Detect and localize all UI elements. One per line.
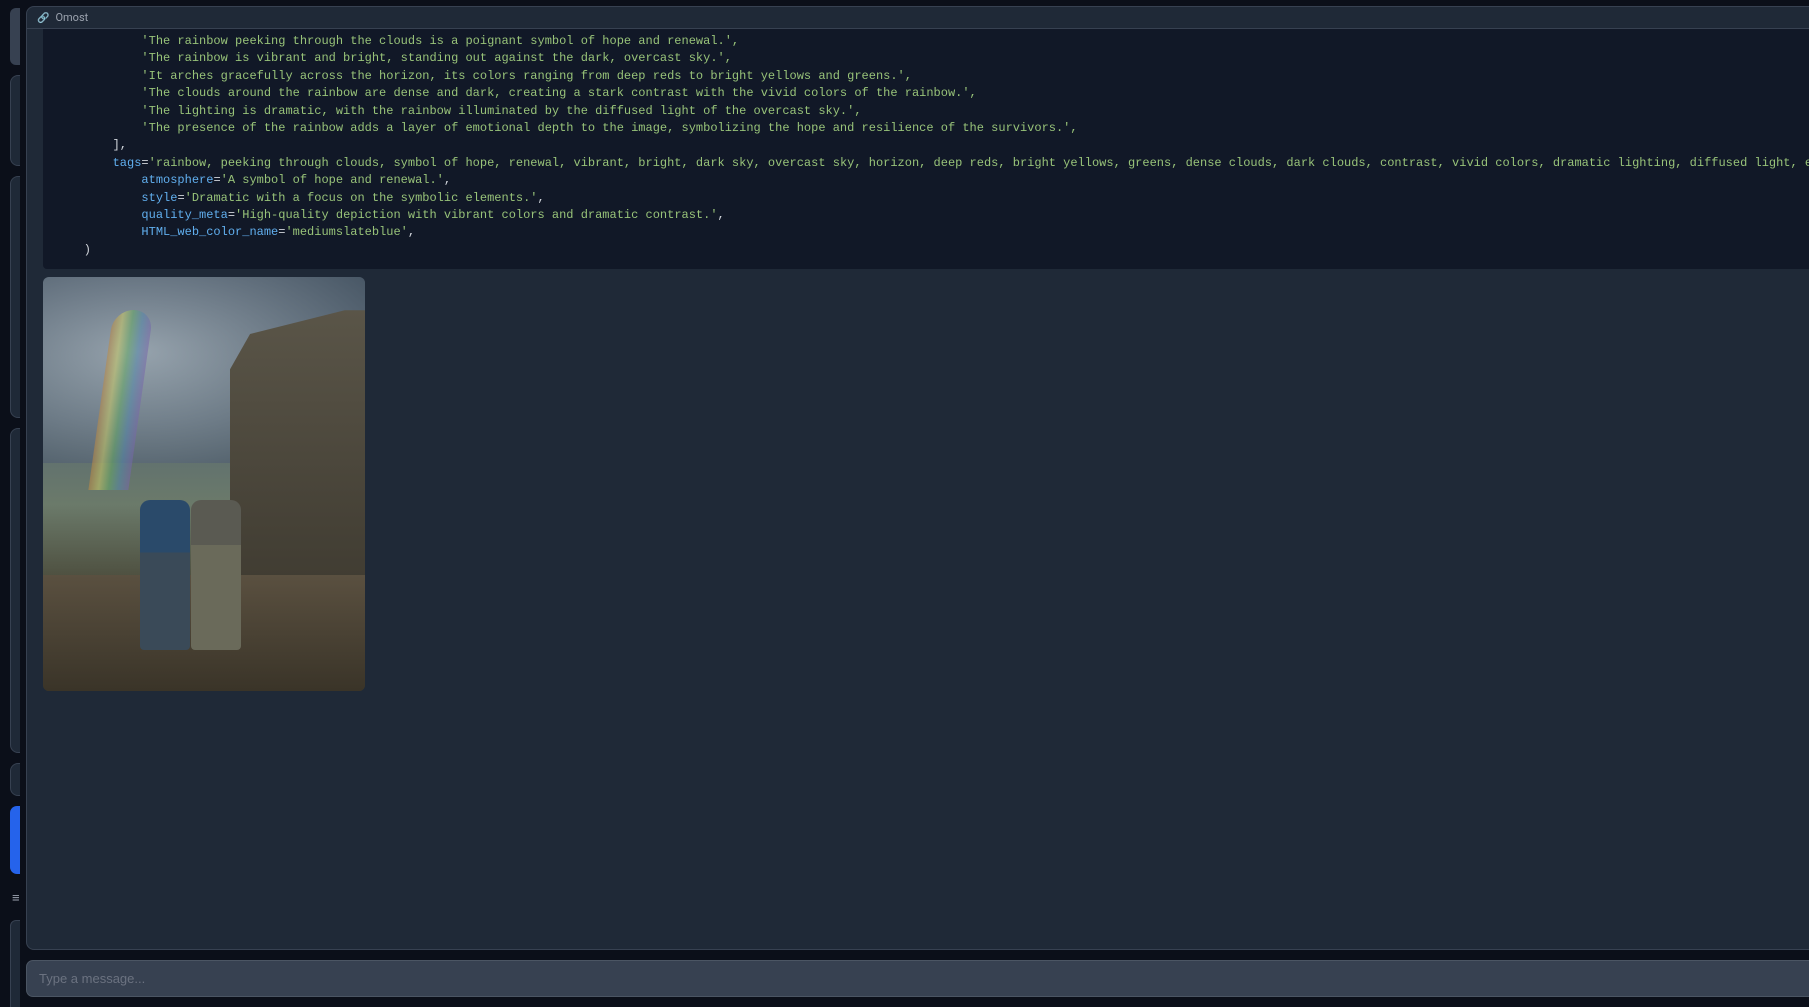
chat-scroll[interactable]: Omost 'The rainbow peeking through the c… [27,7,1809,949]
quick-prompt-chip[interactable]: generate an image of the fierce battle o… [10,920,20,1007]
new-chat-button[interactable]: New Chat [10,8,20,65]
render-image-button[interactable]: Render the Image! [10,806,20,874]
image-diffusion-panel: Image Diffusion Model Image Width [10,428,20,753]
language-model-panel: Language Model Temperature Top P [10,176,20,418]
main-area: Omost 'The rainbow peeking through the c… [20,0,1809,1007]
advanced-panel: Advanced [10,763,20,796]
message-input[interactable] [26,960,1809,997]
code-block-header: Omost [27,7,1809,29]
link-icon [37,11,49,24]
list-icon [12,890,20,906]
sidebar: New Chat Edit Last Input Random Seed Lan… [0,0,20,1007]
code-block-title: Omost [55,11,88,24]
generated-image[interactable] [43,277,365,691]
random-seed-panel: Random Seed [10,75,20,166]
chat-area: Omost 'The rainbow peeking through the c… [26,6,1809,950]
code-block: 'The rainbow peeking through the clouds … [43,29,1809,269]
